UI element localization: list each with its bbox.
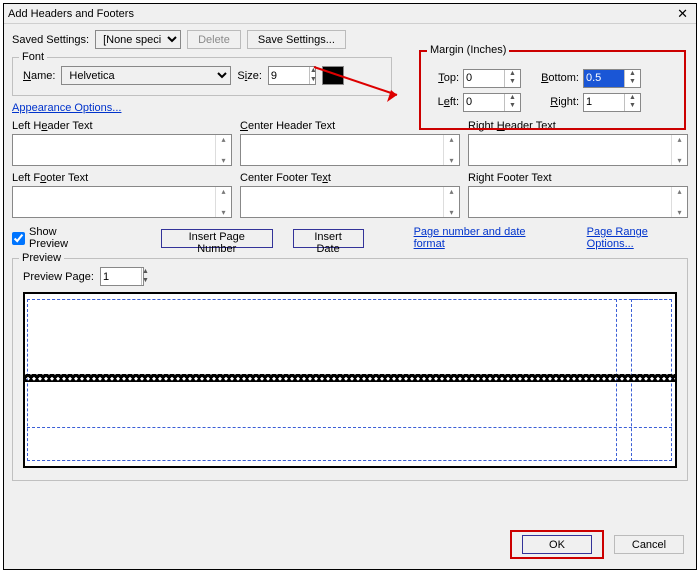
margin-fieldset: Margin (Inches) Top: ▲▼ Bottom: ▲▼ Left:… [419, 50, 686, 130]
margin-right-label: Right: [535, 96, 579, 108]
center-header-label: Center Header Text [240, 120, 335, 132]
font-name-label: Name: [23, 70, 55, 82]
preview-fieldset: Preview Preview Page: ▲▼ [12, 258, 688, 481]
save-settings-button[interactable]: Save Settings... [247, 30, 346, 49]
insert-page-number-button[interactable]: Insert Page Number [161, 229, 273, 248]
preview-page-label: Preview Page: [23, 271, 94, 283]
preview-legend: Preview [19, 252, 64, 264]
dialog: Add Headers and Footers ✕ Saved Settings… [3, 3, 697, 570]
cancel-button[interactable]: Cancel [614, 535, 684, 554]
font-size-input[interactable] [269, 67, 309, 84]
margin-legend: Margin (Inches) [427, 44, 509, 56]
left-footer-label: Left Footer Text [12, 172, 88, 184]
ok-highlight: OK [510, 530, 604, 559]
left-header-input[interactable]: ▴▾ [12, 134, 232, 166]
dialog-body: Saved Settings: [None specified] Delete … [4, 24, 696, 569]
preview-canvas [23, 292, 677, 468]
footer-text-row: Left Footer Text ▴▾ Center Footer Text ▴… [12, 172, 688, 218]
margin-left-spinner[interactable]: ▲▼ [463, 93, 521, 112]
page-number-date-format-link[interactable]: Page number and date format [414, 226, 547, 250]
page-range-options-link[interactable]: Page Range Options... [587, 226, 688, 250]
close-icon[interactable]: ✕ [673, 6, 692, 22]
annotation-arrow-icon [309, 62, 409, 102]
insert-date-button[interactable]: Insert Date [293, 229, 364, 248]
font-name-select[interactable]: Helvetica [61, 66, 231, 85]
center-header-input[interactable]: ▴▾ [240, 134, 460, 166]
show-preview-input[interactable] [12, 232, 25, 245]
margin-left-label: Left: [429, 96, 459, 108]
wavy-divider-icon [25, 374, 675, 382]
window-title: Add Headers and Footers [8, 8, 673, 20]
margin-bottom-spinner[interactable]: ▲▼ [583, 69, 641, 88]
font-legend: Font [19, 51, 47, 63]
margin-top-spinner[interactable]: ▲▼ [463, 69, 521, 88]
delete-button: Delete [187, 30, 241, 49]
saved-settings-label: Saved Settings: [12, 34, 89, 46]
font-size-label: Size: [237, 70, 261, 82]
titlebar: Add Headers and Footers ✕ [4, 4, 696, 24]
ok-button[interactable]: OK [522, 535, 592, 554]
center-footer-label: Center Footer Text [240, 172, 331, 184]
center-footer-input[interactable]: ▴▾ [240, 186, 460, 218]
left-footer-input[interactable]: ▴▾ [12, 186, 232, 218]
margin-top-label: Top: [429, 72, 459, 84]
saved-settings-row: Saved Settings: [None specified] Delete … [12, 30, 688, 49]
margin-bottom-label: Bottom: [535, 72, 579, 84]
left-header-label: Left Header Text [12, 120, 93, 132]
margin-right-spinner[interactable]: ▲▼ [583, 93, 641, 112]
right-footer-input[interactable]: ▴▾ [468, 186, 688, 218]
preview-page-spinner[interactable]: ▲▼ [100, 267, 144, 286]
show-preview-checkbox[interactable]: Show Preview [12, 226, 91, 250]
saved-settings-select[interactable]: [None specified] [95, 30, 181, 49]
footer-buttons: OK Cancel [510, 530, 684, 559]
right-header-input[interactable]: ▴▾ [468, 134, 688, 166]
right-footer-label: Right Footer Text [468, 172, 552, 184]
appearance-options-link[interactable]: Appearance Options... [12, 102, 121, 114]
mid-row: Show Preview Insert Page Number Insert D… [12, 226, 688, 250]
